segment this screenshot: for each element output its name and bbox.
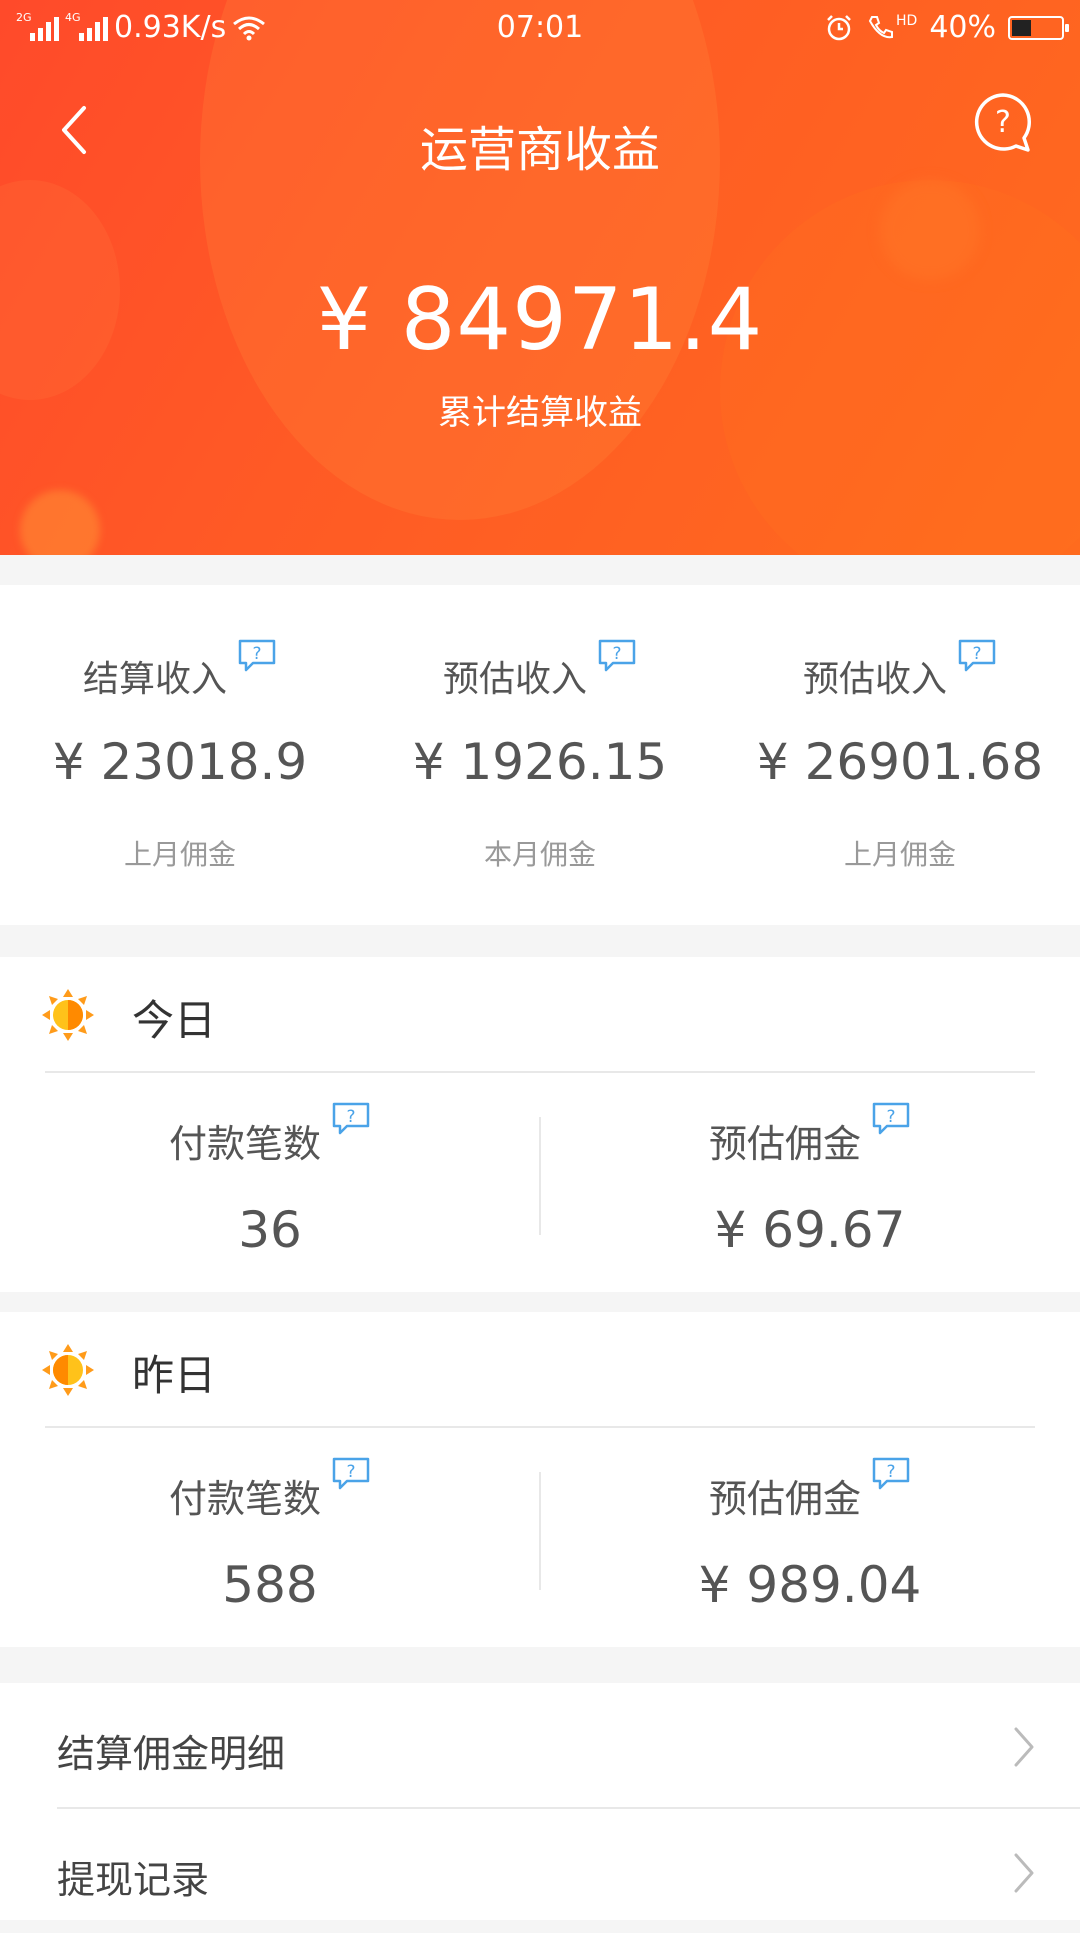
link-label: 提现记录 (57, 1858, 210, 1902)
info-icon[interactable]: ? (871, 1456, 911, 1492)
yesterday-orders: 付款笔数? 588 (0, 1428, 540, 1647)
svg-text:?: ? (346, 1107, 355, 1127)
link-label: 结算佣金明细 (57, 1732, 286, 1776)
summary-label: 结算收入? (0, 639, 360, 702)
commission-label: 预估佣金? (540, 1102, 1080, 1168)
summary-value: ¥ 1926.15 (412, 733, 668, 791)
battery-icon (1008, 15, 1069, 40)
info-icon[interactable]: ? (237, 638, 277, 674)
info-icon[interactable]: ? (957, 638, 997, 674)
summary-card: 结算收入? ¥ 23018.9 上月佣金 预估收入? ¥ 1926.15 本月佣… (0, 585, 1080, 925)
svg-text:?: ? (972, 644, 981, 664)
alarm-icon (827, 14, 851, 40)
summary-label-text: 预估收入 (802, 659, 947, 700)
info-icon[interactable]: ? (597, 638, 637, 674)
battery-level (1012, 19, 1032, 36)
svg-text:?: ? (995, 105, 1011, 140)
orders-label-text: 付款笔数 (168, 1477, 321, 1521)
commission-label-text: 预估佣金 (708, 1122, 861, 1166)
commission-value: ¥ 989.04 (698, 1556, 922, 1614)
summary-item: 预估收入? ¥ 26901.68 上月佣金 (720, 585, 1080, 925)
summary-value: ¥ 23018.9 (52, 733, 308, 791)
summary-item: 结算收入? ¥ 23018.9 上月佣金 (0, 585, 360, 925)
question-bubble-icon: ? (974, 93, 1032, 152)
help-button[interactable]: ? (970, 90, 1036, 156)
yesterday-card: 昨日 付款笔数? 588 预估佣金? ¥ 989.04 (0, 1312, 1080, 1647)
chevron-right-icon (1014, 1727, 1034, 1767)
summary-sub: 上月佣金 (843, 838, 956, 871)
info-icon[interactable]: ? (331, 1456, 371, 1492)
yesterday-header: 昨日 (0, 1312, 1080, 1428)
decor-bubble (20, 490, 100, 555)
summary-sub: 上月佣金 (123, 838, 236, 871)
orders-label-text: 付款笔数 (168, 1122, 321, 1166)
summary-label: 预估收入? (720, 639, 1080, 702)
total-amount: ¥ 84971.4 (316, 270, 764, 370)
settlement-detail-link[interactable]: 结算佣金明细 (0, 1683, 1080, 1809)
today-card: 今日 付款笔数? 36 预估佣金? ¥ 69.67 (0, 957, 1080, 1292)
yesterday-title: 昨日 (132, 1351, 217, 1400)
sun-icon (42, 1344, 94, 1396)
summary-sub: 本月佣金 (483, 838, 596, 871)
status-right: HD 40% (824, 10, 1069, 45)
svg-text:?: ? (252, 644, 261, 664)
today-header: 今日 (0, 957, 1080, 1073)
svg-text:?: ? (886, 1107, 895, 1127)
summary-label-text: 预估收入 (442, 659, 587, 700)
orders-value: 588 (222, 1556, 318, 1614)
hd-label: HD (896, 12, 918, 29)
links-card: 结算佣金明细 提现记录 (0, 1683, 1080, 1920)
today-title: 今日 (132, 996, 217, 1045)
yesterday-commission: 预估佣金? ¥ 989.04 (540, 1428, 1080, 1647)
svg-text:?: ? (886, 1462, 895, 1482)
info-icon[interactable]: ? (871, 1101, 911, 1137)
commission-label: 预估佣金? (540, 1457, 1080, 1523)
summary-item: 预估收入? ¥ 1926.15 本月佣金 (360, 585, 720, 925)
hd-call-icon: HD (866, 13, 917, 43)
page-title: 运营商收益 (419, 122, 660, 178)
status-bar: 2G 4G 0.93K/s 07:01 HD 40% (0, 0, 1080, 56)
orders-value: 36 (238, 1201, 302, 1259)
summary-label-text: 结算收入 (82, 659, 227, 700)
total-label: 累计结算收益 (438, 393, 642, 433)
today-orders: 付款笔数? 36 (0, 1073, 540, 1292)
summary-value: ¥ 26901.68 (756, 733, 1044, 791)
header-banner: 2G 4G 0.93K/s 07:01 HD 40% 运营商收益 ? ¥ 849… (0, 0, 1080, 555)
chevron-right-icon (1014, 1853, 1034, 1893)
nav-bar: 运营商收益 ? (0, 90, 1080, 190)
decor-bubble (200, 0, 720, 520)
decor-bubble (880, 180, 980, 280)
summary-label: 预估收入? (360, 639, 720, 702)
battery-percent: 40% (929, 10, 996, 45)
orders-label: 付款笔数? (0, 1457, 540, 1523)
sun-icon (42, 989, 94, 1041)
commission-value: ¥ 69.67 (714, 1201, 906, 1259)
withdraw-record-link[interactable]: 提现记录 (0, 1809, 1080, 1933)
orders-label: 付款笔数? (0, 1102, 540, 1168)
svg-text:?: ? (346, 1462, 355, 1482)
commission-label-text: 预估佣金 (708, 1477, 861, 1521)
today-commission: 预估佣金? ¥ 69.67 (540, 1073, 1080, 1292)
svg-text:?: ? (612, 644, 621, 664)
info-icon[interactable]: ? (331, 1101, 371, 1137)
